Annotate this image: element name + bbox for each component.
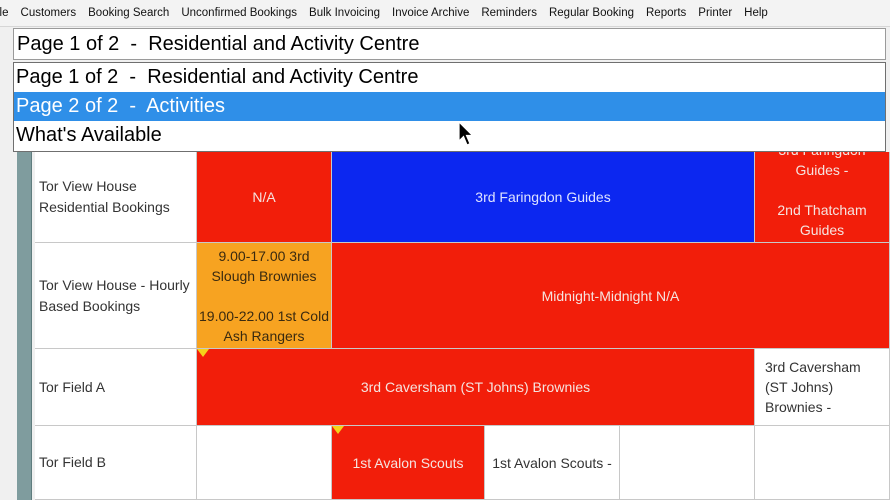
menu-bulk-invoicing[interactable]: Bulk Invoicing	[303, 0, 386, 26]
empty-slot[interactable]	[197, 426, 332, 500]
row-header-tvh-hourly: Tor View House - Hourly Based Bookings	[35, 243, 197, 349]
menu-regular-booking[interactable]: Regular Booking	[543, 0, 640, 26]
menu-customers[interactable]: Customers	[15, 0, 83, 26]
menu-file[interactable]: ile	[0, 0, 15, 26]
row-header-tvh-residential: Tor View House Residential Bookings	[35, 152, 197, 243]
row-header-field-a: Tor Field A	[35, 349, 197, 426]
booking-cell-midnight-na[interactable]: Midnight-Midnight N/A	[332, 243, 890, 349]
booking-cell-slough-cold-ash[interactable]: 9.00-17.00 3rd Slough Brownies 19.00-22.…	[197, 243, 332, 349]
menu-help[interactable]: Help	[738, 0, 774, 26]
page-option-activities[interactable]: Page 2 of 2 - Activities	[14, 92, 885, 121]
booking-cell-faringdon-thatcham[interactable]: 3rd Faringdon Guides - 2nd Thatcham Guid…	[755, 152, 890, 243]
page-select[interactable]: Page 1 of 2 - Residential and Activity C…	[13, 28, 886, 60]
menu-printer[interactable]: Printer	[692, 0, 738, 26]
empty-slot[interactable]	[620, 426, 755, 500]
page-select-dropdown: Page 1 of 2 - Residential and Activity C…	[13, 62, 886, 152]
menu-unconfirmed-bookings[interactable]: Unconfirmed Bookings	[175, 0, 303, 26]
row-header-field-b: Tor Field B	[35, 426, 197, 500]
empty-slot[interactable]	[755, 426, 890, 500]
menu-booking-search[interactable]: Booking Search	[82, 0, 175, 26]
grid-left-bar	[17, 152, 32, 500]
booking-cell-na[interactable]: N/A	[197, 152, 332, 243]
note-marker-icon	[197, 349, 209, 357]
menu-invoice-archive[interactable]: Invoice Archive	[386, 0, 475, 26]
note-marker-icon	[332, 426, 344, 434]
booking-cell-faringdon-guides[interactable]: 3rd Faringdon Guides	[332, 152, 755, 243]
booking-cell-caversham-continued[interactable]: 3rd Caversham (ST Johns) Brownies -	[755, 349, 890, 426]
page-option-residential[interactable]: Page 1 of 2 - Residential and Activity C…	[14, 63, 885, 92]
page-option-whats-available[interactable]: What's Available	[14, 121, 885, 150]
menu-reports[interactable]: Reports	[640, 0, 692, 26]
booking-cell-avalon-scouts-continued[interactable]: 1st Avalon Scouts -	[485, 426, 620, 500]
mouse-cursor-icon	[458, 121, 474, 146]
booking-cell-caversham-brownies[interactable]: 3rd Caversham (ST Johns) Brownies	[197, 349, 755, 426]
booking-cell-avalon-scouts[interactable]: 1st Avalon Scouts	[332, 426, 485, 500]
booking-grid: Tor View House Residential Bookings N/A …	[35, 152, 890, 500]
menu-bar: ile Customers Booking Search Unconfirmed…	[0, 0, 890, 27]
menu-reminders[interactable]: Reminders	[475, 0, 543, 26]
